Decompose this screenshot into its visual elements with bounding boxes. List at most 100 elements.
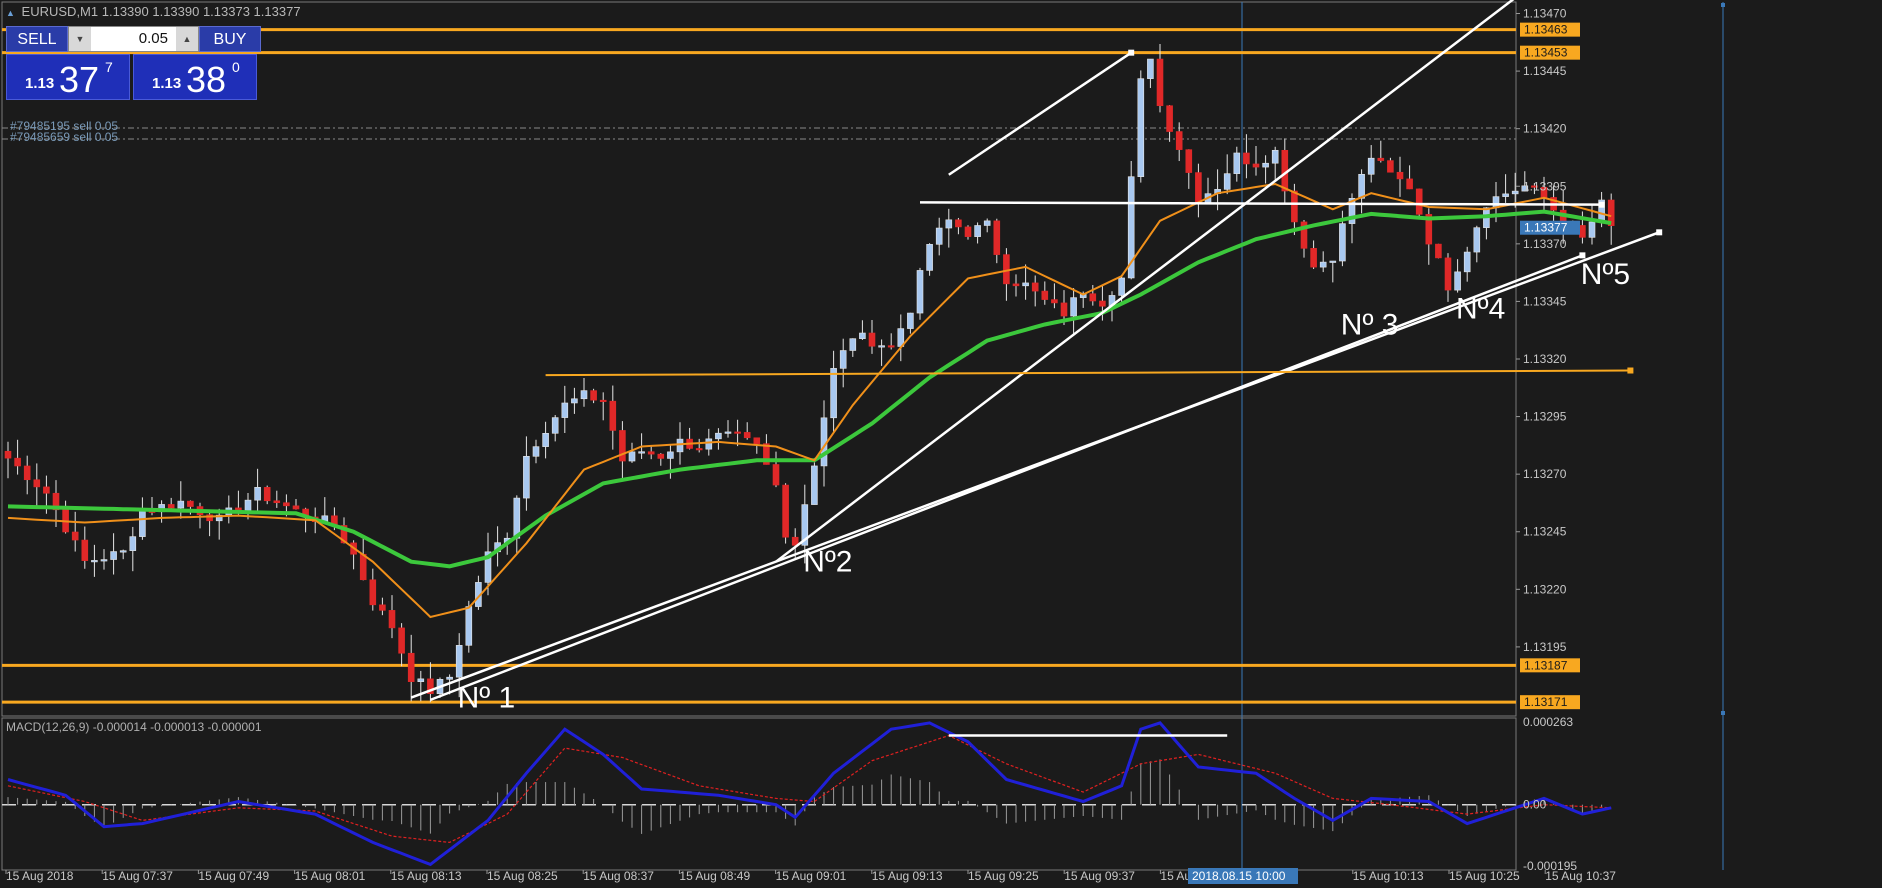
trend-line (948, 51, 1132, 176)
candle-body (849, 338, 857, 351)
x-tick-label: 15 Aug 10:25 (1449, 869, 1520, 883)
candle-body (1358, 173, 1365, 199)
candle-body (1444, 257, 1452, 291)
candle-body (590, 390, 597, 401)
y-tick-label: 1.13445 (1523, 64, 1567, 78)
x-tick-label: 15 Aug 09:01 (776, 869, 847, 883)
candle-body (811, 465, 818, 505)
candle-body (513, 497, 521, 539)
candle-body (1262, 162, 1269, 168)
y-tick-label: 1.13295 (1523, 410, 1567, 424)
candle-body (782, 484, 789, 538)
candle-body (868, 332, 876, 347)
candle-body (43, 486, 50, 494)
sell-price-fraction: 7 (105, 59, 113, 75)
candle-body (935, 227, 943, 245)
candle-body (1099, 300, 1106, 307)
x-tick-label: 15 Aug 08:49 (679, 869, 750, 883)
y-tick-label: 1.13420 (1523, 122, 1567, 136)
order-label[interactable]: #79485659 sell 0.05 (10, 130, 118, 144)
line-anchor-point (1721, 711, 1725, 715)
candle-body (1233, 152, 1241, 174)
lot-size-stepper[interactable]: ▼ 0.05 ▲ (68, 26, 199, 52)
candle-body (1588, 221, 1596, 238)
line-anchor-point (1721, 3, 1725, 7)
x-tick-label: 15 Aug 07:37 (102, 869, 173, 883)
candle-body (571, 398, 578, 404)
wave-annotation: Nº 3 (1341, 308, 1399, 341)
candle-body (187, 500, 194, 507)
candle-body (1387, 160, 1394, 173)
candle-body (1463, 251, 1471, 273)
candle-body (724, 431, 732, 434)
candle-body (23, 465, 31, 481)
candle-body (830, 368, 837, 419)
sell-button[interactable]: SELL (6, 26, 68, 52)
candle-body (1406, 178, 1413, 190)
collapse-triangle-icon[interactable]: ▲ (6, 8, 15, 18)
candle-body (657, 453, 665, 459)
trend-line (545, 369, 1631, 377)
sell-price-box[interactable]: 1.13 37 7 (6, 54, 130, 100)
candle-body (100, 559, 108, 562)
candle-body (1051, 299, 1058, 304)
price-chart[interactable]: Nº 1 Nº2 Nº 3 Nº4 Nº5 1.13470 1.13445 1.13420 1… (0, 0, 1882, 888)
candle-body (945, 219, 953, 229)
y-tick-label: 1.13345 (1523, 294, 1567, 308)
candle-body (1579, 225, 1586, 238)
lot-size-value[interactable]: 0.05 (139, 27, 168, 51)
chevron-up-icon[interactable]: ▲ (176, 27, 198, 51)
chevron-down-icon[interactable]: ▼ (69, 27, 91, 51)
buy-price-box[interactable]: 1.13 38 0 (133, 54, 257, 100)
candle-body (446, 676, 453, 680)
buy-button[interactable]: BUY (199, 26, 261, 52)
y-tick-label: 1.13195 (1523, 640, 1567, 654)
candle-body (33, 479, 41, 488)
x-tick-label: 15 Au (1160, 869, 1191, 883)
buy-price-pips: 38 (186, 59, 227, 100)
candle-body (1070, 297, 1077, 317)
candle-body (1060, 302, 1068, 317)
symbol-timeframe: EURUSD,M1 (21, 4, 99, 19)
wave-annotation: Nº4 (1456, 292, 1505, 325)
candle-body (1118, 277, 1125, 296)
candle-body (167, 504, 175, 509)
candle-body (532, 446, 540, 457)
candle-body (177, 500, 185, 509)
sell-price-prefix: 1.13 (25, 75, 55, 92)
candle-body (254, 487, 261, 501)
candle-body (1147, 58, 1154, 79)
price-tag-label: 1.13187 (1524, 658, 1568, 672)
candle-body (859, 332, 866, 339)
candle-body (743, 432, 751, 439)
candle-body (955, 219, 962, 228)
trend-line-anchor (1598, 201, 1605, 208)
candle-body (119, 550, 127, 553)
candle-body (907, 312, 914, 329)
candle-body (139, 510, 146, 537)
candle-body (1271, 149, 1279, 164)
moving-average-slow (7, 209, 1612, 569)
y-tick-label: 1.13220 (1523, 582, 1567, 596)
candle-body (1454, 271, 1461, 291)
x-tick-label: 15 Aug 10:37 (1545, 869, 1616, 883)
candle-body (1252, 163, 1260, 168)
candle-body (407, 652, 415, 682)
candle-body (599, 399, 607, 402)
trend-line (919, 201, 1602, 206)
candle-body (734, 431, 741, 434)
y-tick-label: 1.13395 (1523, 179, 1567, 193)
candle-body (647, 451, 655, 455)
candle-body (964, 226, 972, 237)
candle-body (1243, 152, 1250, 165)
candle-body (523, 456, 530, 499)
price-tag-label: 1.13463 (1524, 23, 1568, 37)
candle-body (1166, 105, 1173, 132)
candle-body (71, 531, 79, 541)
x-tick-label: 15 Aug 2018 (6, 869, 74, 883)
candle-body (465, 606, 473, 646)
macd-main-line (7, 721, 1612, 867)
candle-body (1031, 282, 1039, 292)
candle-body (1003, 254, 1010, 285)
candle-body (1012, 283, 1020, 287)
